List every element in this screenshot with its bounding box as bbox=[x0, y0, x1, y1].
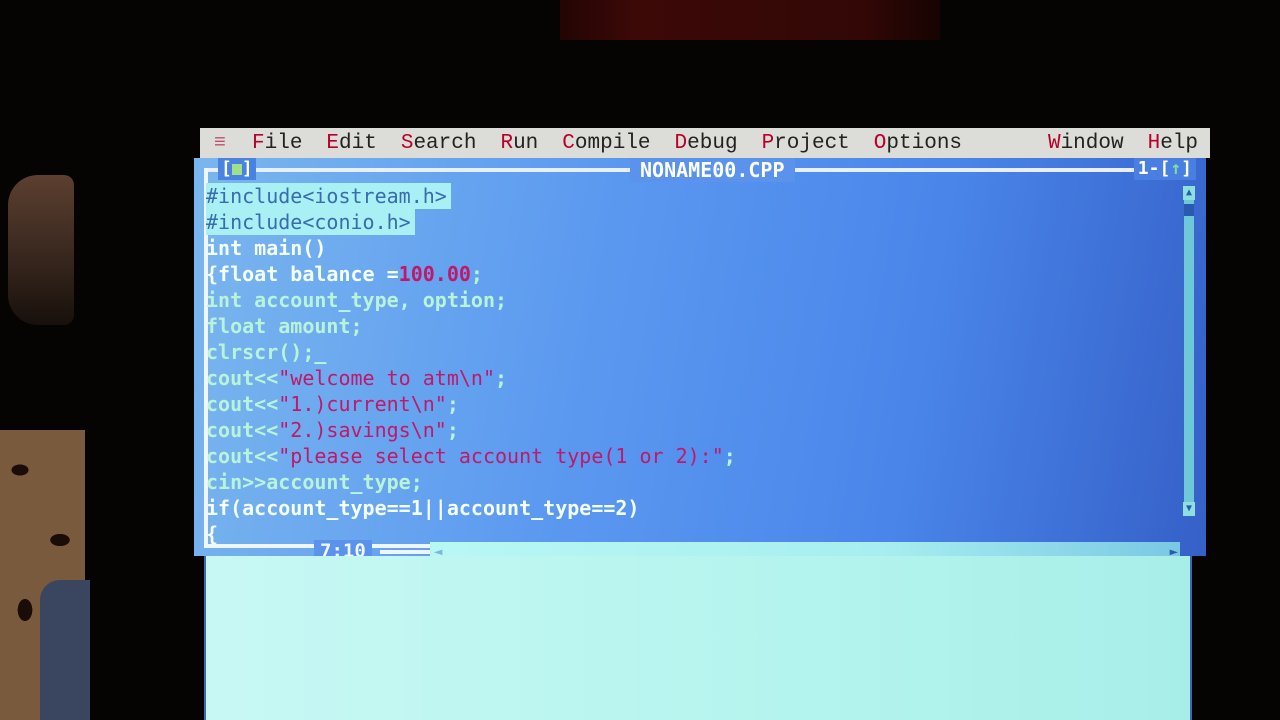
menu-compile[interactable]: Compile bbox=[550, 132, 662, 155]
code-line[interactable]: if(account_type==1||account_type==2) bbox=[206, 495, 736, 521]
menu-options[interactable]: Options bbox=[862, 132, 974, 155]
menu-file[interactable]: File bbox=[240, 132, 314, 155]
code-line[interactable]: cout<<"please select account type(1 or 2… bbox=[206, 443, 736, 469]
scroll-down-icon[interactable]: ▼ bbox=[1183, 502, 1195, 516]
background-red-object bbox=[560, 0, 940, 40]
code-line[interactable]: {float balance =100.00; bbox=[206, 261, 736, 287]
editor-window: [] NONAME00.CPP 1-[↑] #include<iostream.… bbox=[194, 158, 1206, 562]
menu-edit[interactable]: Edit bbox=[314, 132, 388, 155]
menu-bar: ≡ File Edit Search Run Compile Debug Pro… bbox=[200, 128, 1210, 158]
code-line[interactable]: #include<iostream.h> bbox=[206, 183, 451, 209]
window-title: NONAME00.CPP bbox=[630, 158, 795, 182]
code-line[interactable]: clrscr();_ bbox=[206, 339, 736, 365]
code-line[interactable]: #include<conio.h> bbox=[206, 209, 415, 235]
code-line[interactable]: cout<<"welcome to atm\n"; bbox=[206, 365, 736, 391]
menu-help[interactable]: Help bbox=[1136, 132, 1210, 155]
status-divider bbox=[380, 550, 430, 554]
code-line[interactable]: float amount; bbox=[206, 313, 736, 339]
vertical-scroll-thumb[interactable] bbox=[1184, 204, 1194, 216]
turbo-cpp-screen: ≡ File Edit Search Run Compile Debug Pro… bbox=[194, 128, 1212, 720]
code-line[interactable]: int main() bbox=[206, 235, 736, 261]
background-hand bbox=[8, 175, 74, 325]
close-window-button[interactable]: [] bbox=[218, 158, 256, 180]
menu-search[interactable]: Search bbox=[389, 132, 489, 155]
code-line[interactable]: int account_type, option; bbox=[206, 287, 736, 313]
background-sleeve bbox=[40, 580, 90, 720]
menu-debug[interactable]: Debug bbox=[663, 132, 750, 155]
code-line[interactable]: cin>>account_type; bbox=[206, 469, 736, 495]
code-line[interactable]: cout<<"1.)current\n"; bbox=[206, 391, 736, 417]
menu-project[interactable]: Project bbox=[750, 132, 862, 155]
system-menu-icon[interactable]: ≡ bbox=[200, 132, 240, 155]
code-line[interactable]: cout<<"2.)savings\n"; bbox=[206, 417, 736, 443]
menu-window[interactable]: Window bbox=[1036, 132, 1136, 155]
code-area[interactable]: #include<iostream.h> #include<conio.h> i… bbox=[206, 183, 736, 547]
message-window-area bbox=[204, 556, 1192, 720]
close-square-icon bbox=[231, 163, 242, 175]
scroll-up-icon[interactable]: ▲ bbox=[1183, 186, 1195, 200]
window-number-zoom[interactable]: 1-[↑] bbox=[1133, 158, 1196, 180]
window-number: 1 bbox=[1137, 158, 1149, 179]
vertical-scrollbar[interactable]: ▲ ▼ bbox=[1183, 186, 1195, 516]
zoom-arrow-icon[interactable]: ↑ bbox=[1170, 158, 1181, 179]
menu-run[interactable]: Run bbox=[488, 132, 550, 155]
